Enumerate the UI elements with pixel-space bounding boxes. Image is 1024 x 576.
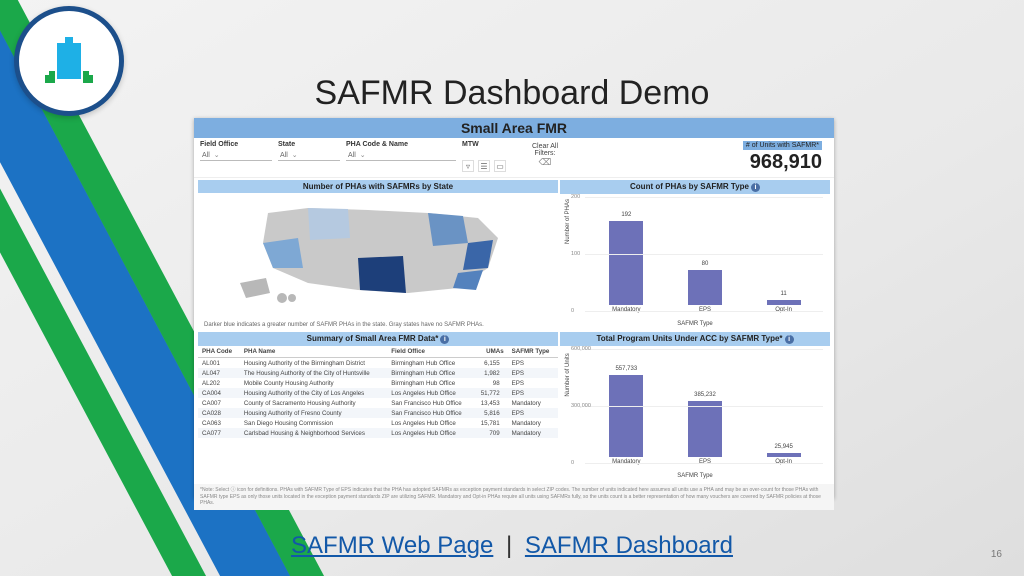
filter-label: MTW (462, 141, 518, 148)
filter-pha[interactable]: PHA Code & Name All⌄ (346, 141, 456, 161)
table-row[interactable]: AL047The Housing Authority of the City o… (198, 368, 558, 378)
map-legend-note: Darker blue indicates a greater number o… (204, 322, 552, 328)
metric-value: 968,910 (750, 151, 822, 173)
chevron-down-icon: ⌄ (292, 151, 298, 159)
col-pha-name[interactable]: PHA Name (240, 346, 387, 358)
y-axis-label: Number of Units (565, 353, 571, 396)
separator: | (506, 532, 512, 559)
dashboard-title: Small Area FMR (194, 118, 834, 138)
filter-label: PHA Code & Name (346, 141, 456, 148)
dashboard-footnote: *Note: Select ⓘ icon for definitions. PH… (194, 484, 834, 510)
chevron-down-icon: ⌄ (214, 151, 220, 159)
panel-title: Total Program Units Under ACC by SAFMR T… (596, 334, 782, 343)
table-row[interactable]: AL001Housing Authority of the Birmingham… (198, 358, 558, 369)
x-axis-label: SAFMR Type (563, 321, 827, 327)
table-row[interactable]: CA007County of Sacramento Housing Author… (198, 398, 558, 408)
bar-chart-count[interactable]: Number of PHAs 192Mandatory80EPS11Opt-In… (563, 197, 827, 327)
units-metric: # of Units with SAFMR* 968,910 (743, 141, 828, 174)
filter-icon[interactable]: ☰ (478, 160, 490, 172)
bar[interactable]: 192Mandatory (605, 221, 647, 313)
chevron-down-icon: ⌄ (360, 151, 366, 159)
panel-map: Number of PHAs with SAFMRs by State Dark… (198, 180, 558, 330)
panel-title: Summary of Small Area FMR Data* (307, 334, 439, 343)
panel-units-chart: Total Program Units Under ACC by SAFMR T… (560, 332, 830, 482)
filter-label: Field Office (200, 141, 272, 148)
eraser-icon[interactable]: ⌫ (524, 157, 566, 168)
clear-all-filters[interactable]: Clear All Filters: ⌫ (524, 141, 566, 168)
panel-table: Summary of Small Area FMR Data*i PHA Cod… (198, 332, 558, 482)
filter-mtw[interactable]: MTW ▿ ☰ ▭ (462, 141, 518, 172)
x-axis-label: SAFMR Type (563, 473, 827, 479)
col-safmr-type[interactable]: SAFMR Type (508, 346, 558, 358)
info-icon[interactable]: i (751, 183, 760, 192)
bar[interactable]: 557,733Mandatory (605, 375, 647, 465)
summary-table[interactable]: PHA Code PHA Name Field Office UMAs SAFM… (198, 346, 558, 438)
col-umas[interactable]: UMAs (474, 346, 508, 358)
link-safmr-web-page[interactable]: SAFMR Web Page (291, 532, 493, 559)
slide-title: SAFMR Dashboard Demo (0, 74, 1024, 113)
table-row[interactable]: CA077Carlsbad Housing & Neighborhood Ser… (198, 428, 558, 438)
panel-title: Number of PHAs with SAFMRs by State (198, 180, 558, 193)
dashboard-screenshot: Small Area FMR Field Office All⌄ State A… (194, 118, 834, 498)
panel-title: Count of PHAs by SAFMR Type (630, 182, 749, 191)
col-pha-code[interactable]: PHA Code (198, 346, 240, 358)
info-icon[interactable]: i (785, 335, 794, 344)
table-row[interactable]: CA063San Diego Housing CommissionLos Ang… (198, 418, 558, 428)
table-row[interactable]: CA004Housing Authority of the City of Lo… (198, 388, 558, 398)
bar[interactable]: 80EPS (684, 270, 726, 313)
info-icon[interactable]: i (440, 335, 449, 344)
bar[interactable]: 385,232EPS (684, 401, 726, 466)
filter-state[interactable]: State All⌄ (278, 141, 340, 161)
metric-label: # of Units with SAFMR* (743, 141, 822, 150)
bar-chart-units[interactable]: Number of Units 557,733Mandatory 385,232E… (563, 349, 827, 479)
link-safmr-dashboard[interactable]: SAFMR Dashboard (525, 532, 733, 559)
filter-label: State (278, 141, 340, 148)
y-axis-label: Number of PHAs (565, 199, 571, 244)
funnel-icon[interactable]: ▿ (462, 160, 474, 172)
filter-bar: Field Office All⌄ State All⌄ PHA Code & … (194, 138, 834, 178)
filter-icon-2[interactable]: ▭ (494, 160, 506, 172)
col-field-office[interactable]: Field Office (387, 346, 473, 358)
filter-field-office[interactable]: Field Office All⌄ (200, 141, 272, 161)
us-map[interactable] (228, 198, 528, 308)
panel-count-chart: Count of PHAs by SAFMR Typei Number of P… (560, 180, 830, 330)
table-row[interactable]: CA028Housing Authority of Fresno CountyS… (198, 408, 558, 418)
table-row[interactable]: AL202Mobile County Housing AuthorityBirm… (198, 378, 558, 388)
footer-links: SAFMR Web Page | SAFMR Dashboard (0, 532, 1024, 560)
